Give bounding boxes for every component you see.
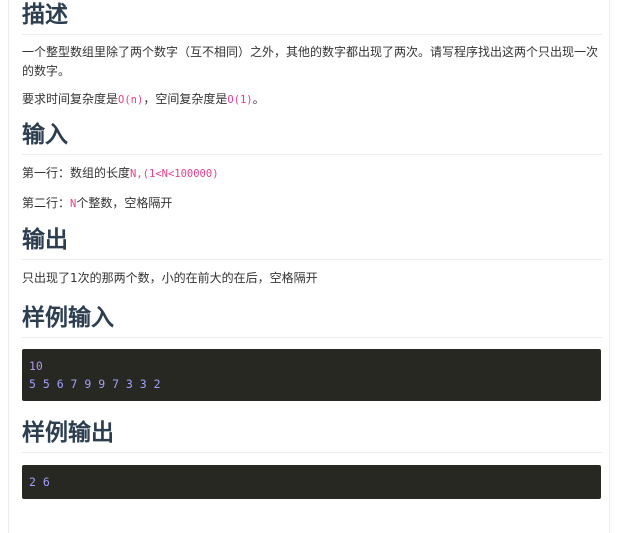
heading-output: 输出: [22, 225, 602, 260]
csdn-watermark: CSDN @爱雨天: [479, 507, 601, 527]
heading-sample-output: 样例输出: [22, 418, 602, 453]
complexity-mid: ，空间复杂度是: [143, 92, 228, 106]
input-line2-suffix: 个整数，空格隔开: [76, 196, 173, 210]
input-line1: 第一行：数组的长度N,(1<N<100000): [22, 164, 602, 184]
output-text: 只出现了1次的那两个数，小的在前大的在后，空格隔开: [22, 271, 318, 285]
description-text: 一个整型数组里除了两个数字（互不相同）之外，其他的数字都出现了两次。请写程序找出…: [22, 45, 599, 78]
complexity-text: 要求时间复杂度是O(n)，空间复杂度是O(1)。: [22, 90, 602, 110]
space-complexity-code: O(1): [227, 94, 253, 106]
complexity-prefix: 要求时间复杂度是: [22, 92, 119, 106]
input-length-code: N,(1<N<100000): [130, 168, 219, 180]
complexity-suffix: 。: [252, 92, 265, 106]
heading-description: 描述: [22, 0, 602, 35]
input-line2-prefix: 第二行：: [22, 196, 71, 210]
sample-output-line1: 2 6: [29, 475, 50, 489]
article-content: 描述 一个整型数组里除了两个数字（互不相同）之外，其他的数字都出现了两次。请写程…: [22, 0, 602, 499]
sample-output-code-block: 2 6: [22, 465, 601, 499]
time-complexity-code: O(n): [118, 94, 144, 106]
sample-input-line2: 5 5 6 7 9 9 7 3 3 2: [29, 377, 161, 391]
sample-input-code-block: 10 5 5 6 7 9 9 7 3 3 2: [22, 349, 601, 401]
sample-input-line1: 10: [29, 359, 43, 373]
heading-sample-input: 样例输入: [22, 303, 602, 338]
input-line1-prefix: 第一行：数组的长度: [22, 166, 131, 180]
heading-input: 输入: [22, 120, 602, 155]
input-line2: 第二行：N个整数，空格隔开: [22, 194, 602, 214]
